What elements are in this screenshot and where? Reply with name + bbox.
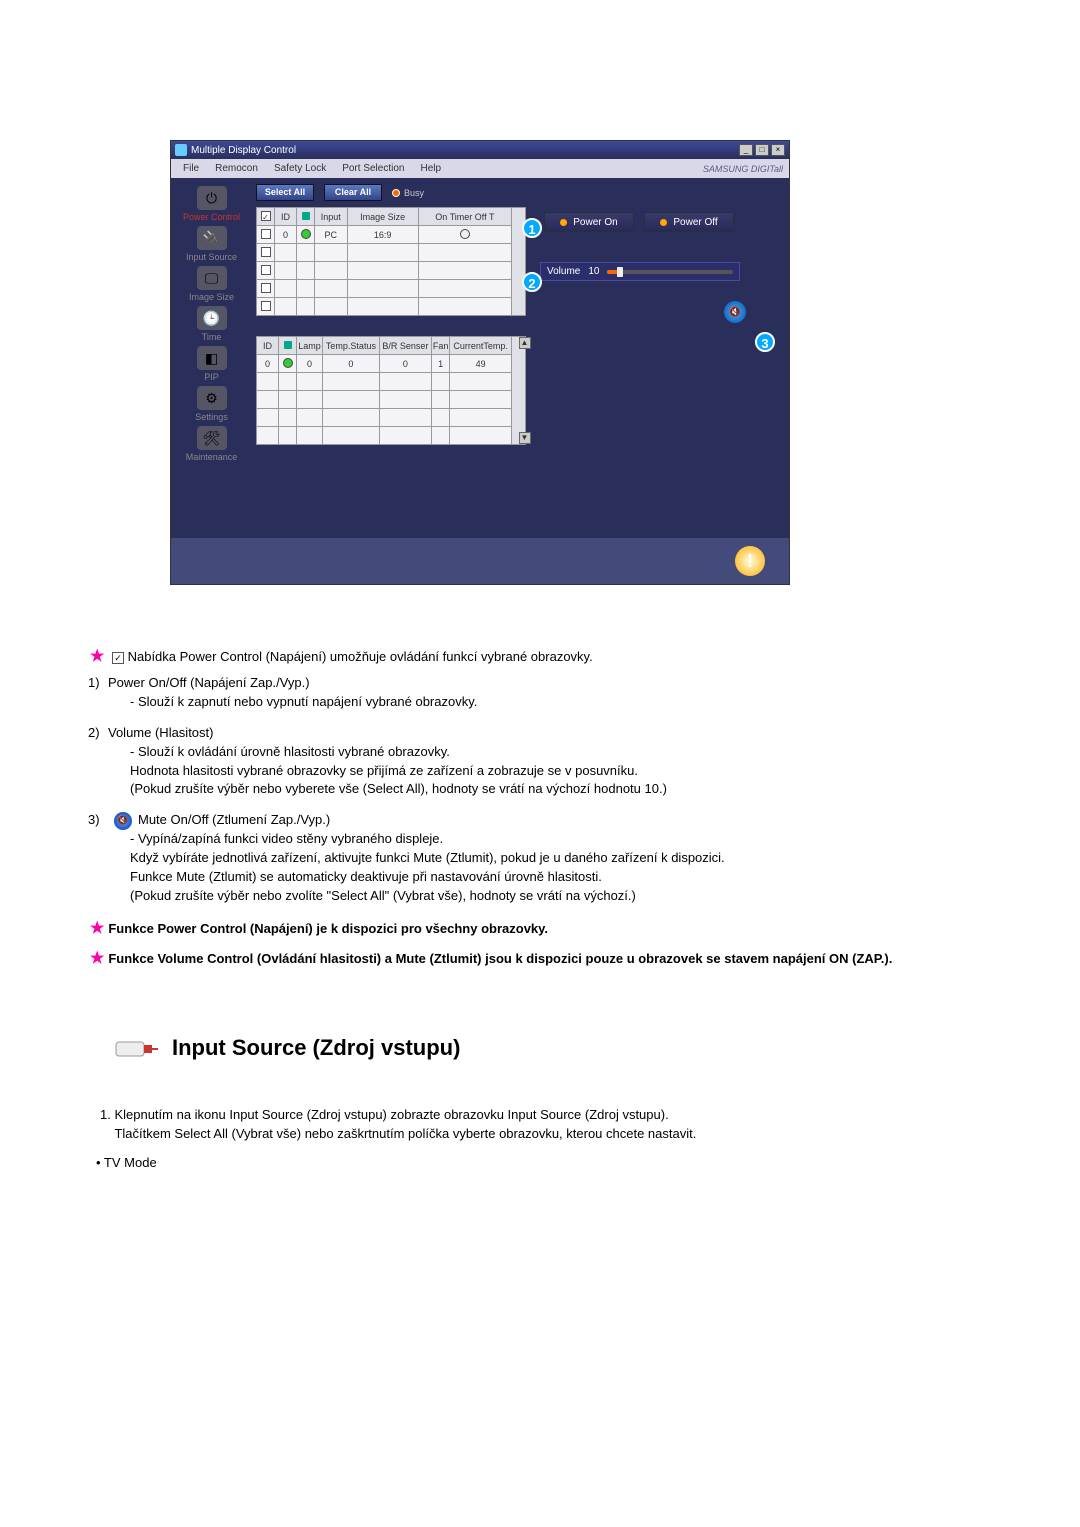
list-item: 3) 🔇 Mute On/Off (Ztlumení Zap./Vyp.) - … [108, 811, 990, 905]
callout-3: 3 [755, 332, 775, 352]
callout-1: 1 [522, 218, 542, 238]
app-icon [175, 144, 187, 156]
speaker-icon: 🔇 [729, 307, 741, 318]
callout-2: 2 [522, 272, 542, 292]
power-icon: ⏻ [197, 186, 227, 210]
wrench-icon: 🛠 [197, 426, 227, 450]
mute-button[interactable]: 🔇 [724, 301, 746, 323]
status-led-icon [301, 229, 311, 239]
table-header: ID Input Image Size On Timer Off T [257, 208, 526, 226]
scrollbar[interactable]: ▲▼ [512, 337, 526, 445]
table-row[interactable] [257, 427, 526, 445]
section-title: Input Source (Zdroj vstupu) [172, 1032, 460, 1064]
app-window: Multiple Display Control _ □ × File Remo… [170, 140, 790, 585]
volume-control[interactable]: Volume 10 [540, 262, 740, 281]
sidebar-item-maintenance[interactable]: 🛠Maintenance [173, 426, 250, 462]
table-row[interactable] [257, 391, 526, 409]
status-led-icon [283, 358, 293, 368]
power-on-button[interactable]: Power On [544, 212, 634, 232]
clear-all-button[interactable]: Clear All [324, 184, 382, 201]
bullet-item: • TV Mode [96, 1154, 990, 1173]
power-dot-icon [560, 219, 567, 226]
minimize-button[interactable]: _ [739, 144, 753, 156]
menu-help[interactable]: Help [412, 163, 449, 174]
status-header-icon [284, 341, 292, 349]
intro-line: ★ ✓ Nabídka Power Control (Napájení) umo… [90, 645, 990, 668]
sidebar-item-time[interactable]: 🕒Time [173, 306, 250, 342]
maximize-button[interactable]: □ [755, 144, 769, 156]
row-checkbox[interactable] [261, 229, 271, 239]
status-table: ID Lamp Temp.Status B/R Senser Fan Curre… [256, 336, 526, 445]
note-line: ★Funkce Volume Control (Ovládání hlasito… [90, 947, 990, 970]
menu-port-selection[interactable]: Port Selection [334, 163, 412, 174]
titlebar: Multiple Display Control _ □ × [171, 141, 789, 159]
busy-dot-icon [392, 189, 400, 197]
brand-label: SAMSUNG DIGITall [703, 164, 783, 174]
body-text: 1. Klepnutím na ikonu Input Source (Zdro… [100, 1106, 990, 1144]
scroll-down-icon[interactable]: ▼ [519, 432, 531, 444]
table-row[interactable] [257, 262, 526, 280]
table-header: ID Lamp Temp.Status B/R Senser Fan Curre… [257, 337, 526, 355]
table-row[interactable]: 0 0 0 0 1 49 [257, 355, 526, 373]
plug-icon [110, 1030, 158, 1066]
pip-icon: ◧ [197, 346, 227, 370]
display-list-table: ID Input Image Size On Timer Off T 0 PC [256, 207, 526, 316]
main-area: Select All Clear All Busy ID Input Image… [252, 178, 789, 538]
gear-icon: ⚙ [197, 386, 227, 410]
table-row[interactable] [257, 373, 526, 391]
table-row[interactable] [257, 280, 526, 298]
power-dot-icon [660, 219, 667, 226]
menu-remocon[interactable]: Remocon [207, 163, 266, 174]
sidebar-item-pip[interactable]: ◧PIP [173, 346, 250, 382]
volume-slider[interactable] [607, 270, 733, 274]
slider-thumb[interactable] [617, 267, 623, 277]
scroll-up-icon[interactable]: ▲ [519, 337, 531, 349]
timer-indicator-icon [460, 229, 470, 239]
star-icon: ★ [90, 950, 104, 967]
section-header: Input Source (Zdroj vstupu) [110, 1030, 990, 1066]
status-header-icon [302, 212, 310, 220]
menu-file[interactable]: File [175, 163, 207, 174]
clock-icon: 🕒 [197, 306, 227, 330]
sidebar: ⏻Power Control 🔌Input Source 🖵Image Size… [171, 178, 252, 538]
power-off-button[interactable]: Power Off [644, 212, 734, 232]
menu-safety-lock[interactable]: Safety Lock [266, 163, 334, 174]
alert-icon: ! [735, 546, 765, 576]
star-icon: ★ [90, 648, 104, 665]
app-title: Multiple Display Control [191, 145, 296, 156]
sidebar-item-power-control[interactable]: ⏻Power Control [173, 186, 250, 222]
note-line: ★Funkce Power Control (Napájení) je k di… [90, 917, 990, 940]
screen-icon: 🖵 [197, 266, 227, 290]
close-button[interactable]: × [771, 144, 785, 156]
right-panel: Power On Power Off Volume 10 🔇 [530, 184, 785, 445]
select-all-button[interactable]: Select All [256, 184, 314, 201]
sidebar-item-image-size[interactable]: 🖵Image Size [173, 266, 250, 302]
volume-value: 10 [588, 266, 599, 277]
table-row[interactable] [257, 244, 526, 262]
volume-label: Volume [547, 266, 580, 277]
table-row[interactable] [257, 298, 526, 316]
speaker-icon: 🔇 [114, 812, 132, 830]
table-row[interactable] [257, 409, 526, 427]
table-row[interactable]: 0 PC 16:9 [257, 226, 526, 244]
list-item: 1)Power On/Off (Napájení Zap./Vyp.) - Sl… [108, 674, 990, 712]
header-checkbox[interactable] [261, 211, 271, 221]
sidebar-item-settings[interactable]: ⚙Settings [173, 386, 250, 422]
sidebar-item-input-source[interactable]: 🔌Input Source [173, 226, 250, 262]
status-bar: ! [171, 538, 789, 584]
checkbox-icon: ✓ [112, 652, 124, 664]
busy-indicator: Busy [392, 188, 424, 198]
plug-icon: 🔌 [197, 226, 227, 250]
menubar: File Remocon Safety Lock Port Selection … [171, 159, 789, 178]
list-item: 2)Volume (Hlasitost) - Slouží k ovládání… [108, 724, 990, 799]
star-icon: ★ [90, 920, 104, 937]
